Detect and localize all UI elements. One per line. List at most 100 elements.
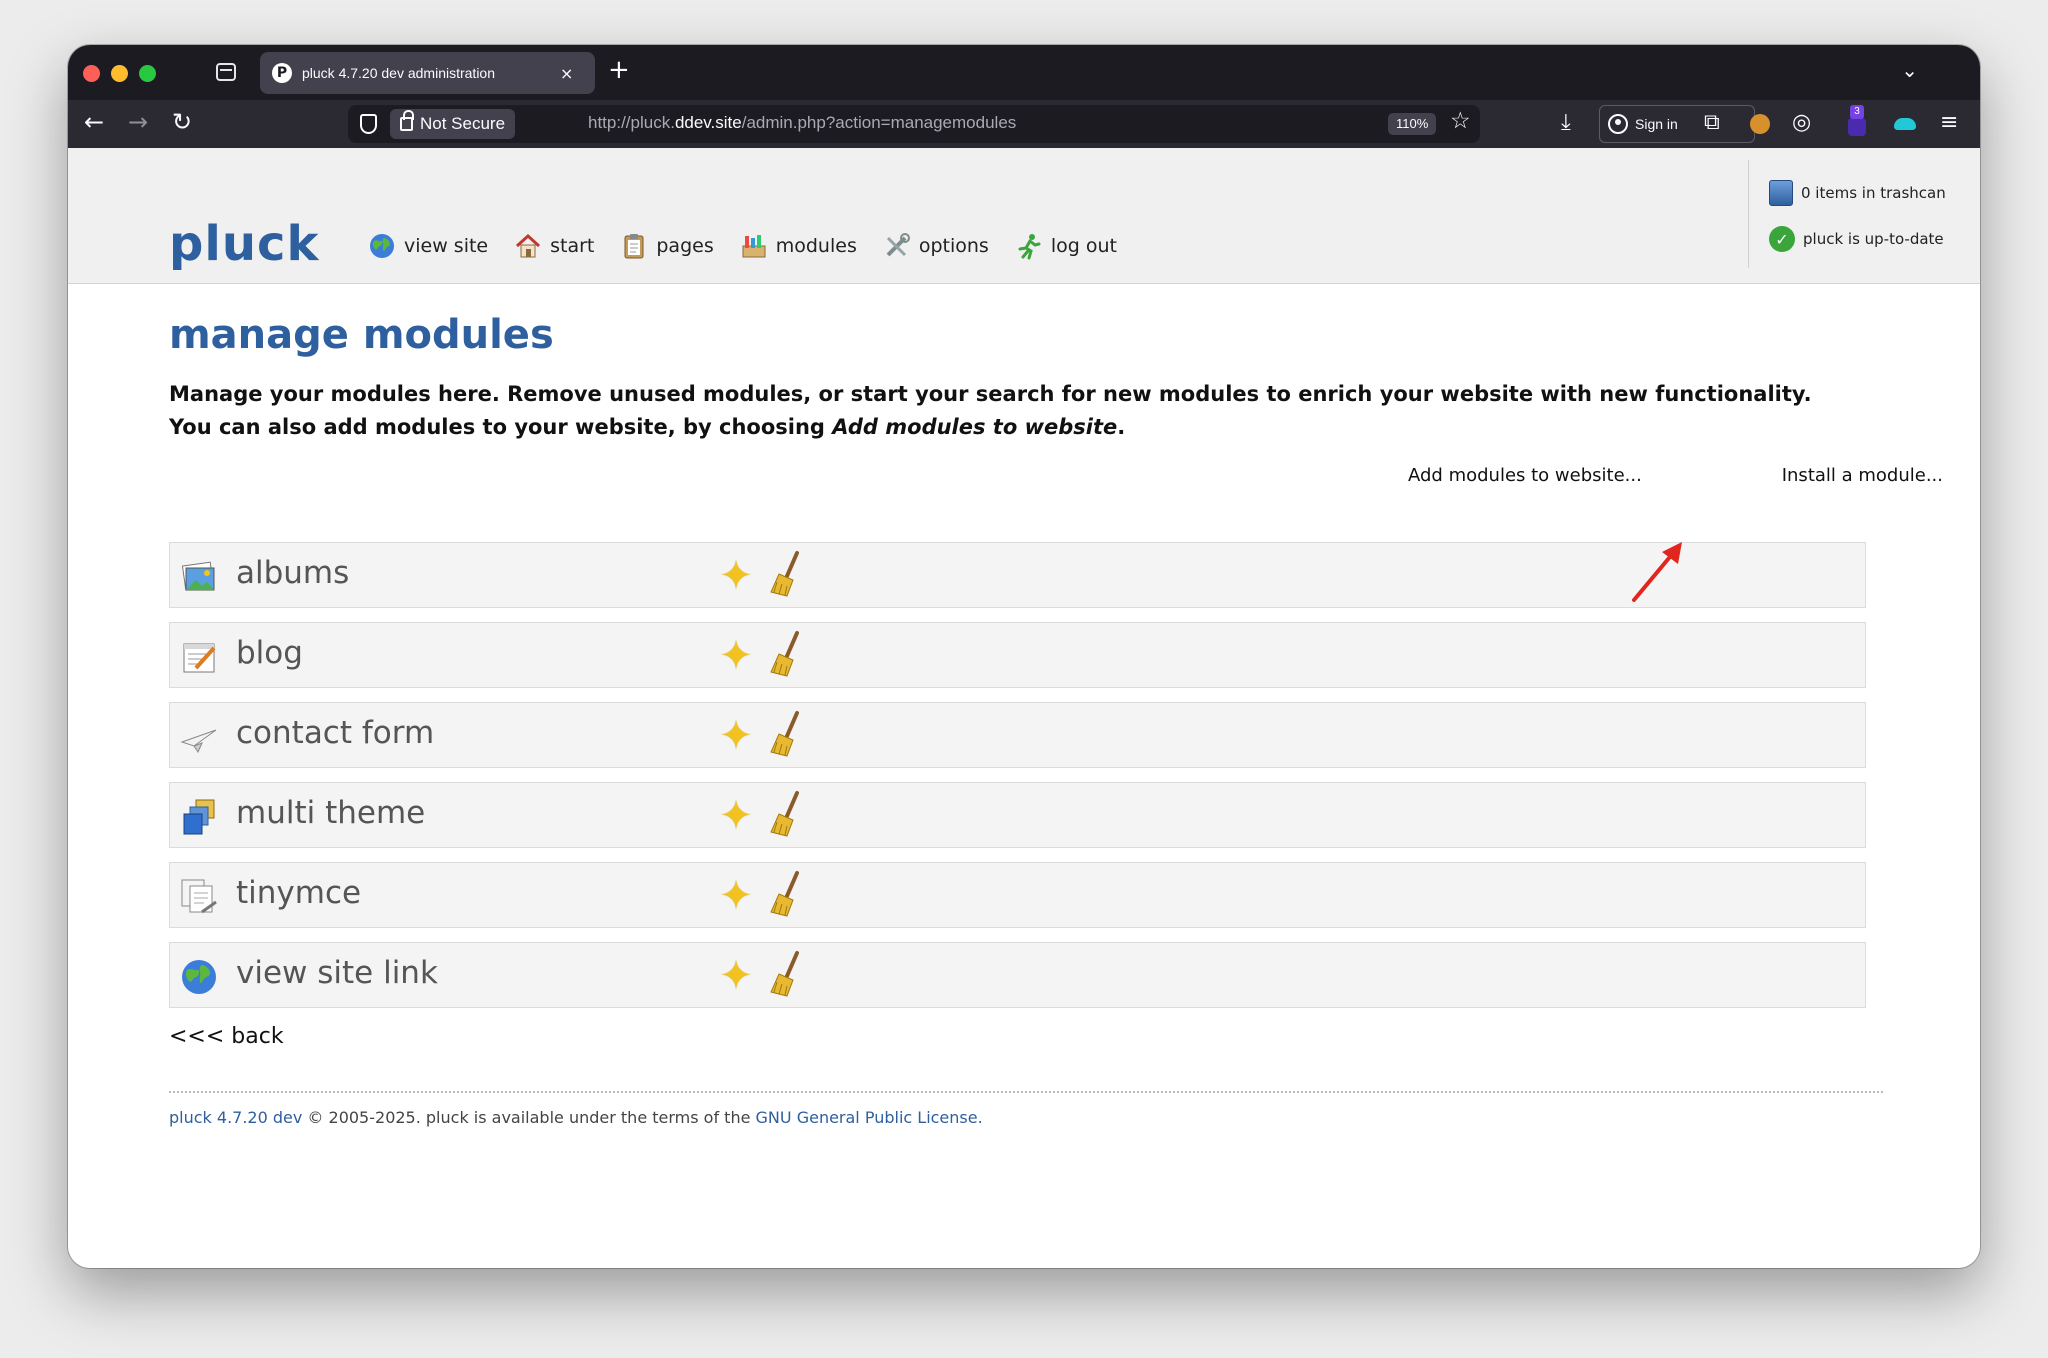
zoom-level-badge[interactable]: 110%: [1388, 113, 1437, 135]
purple-extension-icon[interactable]: [1848, 118, 1866, 136]
trashcan-icon: [1769, 180, 1793, 206]
tinymce-icon: [181, 879, 217, 914]
favorite-star-icon[interactable]: ✦: [715, 635, 757, 677]
cloud-extension-icon[interactable]: [1894, 118, 1916, 130]
add-modules-link[interactable]: Add modules to website...: [1408, 465, 1642, 486]
url-text[interactable]: http://pluck.ddev.site/admin.php?action=…: [588, 113, 1016, 133]
not-secure-label: Not Secure: [420, 114, 506, 133]
favorite-star-icon[interactable]: ✦: [715, 715, 757, 757]
back-arrow-icon[interactable]: ←: [84, 108, 104, 136]
tracking-protection-shield-icon[interactable]: [360, 114, 377, 134]
menu-item-options[interactable]: options: [883, 232, 989, 260]
close-window-button[interactable]: [83, 65, 100, 82]
albums-icon: [181, 561, 215, 591]
navigation-toolbar: ← → ↻ Not Secure http://pluck.ddev.site/…: [68, 100, 1980, 148]
globe-icon: [182, 960, 216, 994]
footer-end: .: [977, 1108, 983, 1127]
home-icon: [516, 233, 541, 258]
install-module-link[interactable]: Install a module...: [1782, 465, 1943, 486]
back-link[interactable]: <<< back: [169, 1024, 284, 1049]
palette-icon[interactable]: ◎: [1792, 109, 1811, 137]
annotation-arrow-icon: [1632, 542, 1682, 602]
extensions-puzzle-icon[interactable]: ⧉: [1704, 109, 1720, 137]
forward-arrow-icon[interactable]: →: [128, 108, 148, 136]
menu-item-log-out[interactable]: log out: [1015, 232, 1117, 260]
url-host: ddev.site: [674, 113, 742, 132]
pluck-favicon-icon: P: [272, 63, 292, 83]
footer-text: © 2005-2025. pluck is available under th…: [302, 1108, 756, 1127]
bookmark-star-icon[interactable]: ☆: [1450, 108, 1471, 134]
broom-icon[interactable]: [767, 950, 805, 998]
tab-list-chevron-icon[interactable]: ⌄: [1901, 58, 1918, 82]
reload-icon[interactable]: ↻: [172, 108, 192, 136]
admin-header: pluck view site start pages modules opti…: [68, 148, 1980, 284]
menu-label: modules: [775, 235, 857, 257]
browser-window: P pluck 4.7.20 dev administration × + ⌄ …: [68, 45, 1980, 1268]
trashcan-status[interactable]: 0 items in trashcan: [1769, 180, 1946, 206]
menu-label: view site: [404, 235, 489, 257]
page-content: pluck view site start pages modules opti…: [68, 148, 1980, 1268]
broom-icon[interactable]: [767, 550, 805, 598]
menu-item-modules[interactable]: modules: [740, 232, 857, 260]
downloads-icon[interactable]: ⤓: [1561, 109, 1571, 137]
sign-in-button[interactable]: Sign in: [1599, 105, 1755, 143]
tab-title: pluck 4.7.20 dev administration: [302, 65, 495, 81]
broom-icon[interactable]: [767, 710, 805, 758]
broom-icon[interactable]: [767, 630, 805, 678]
status-panel: 0 items in trashcan ✓ pluck is up-to-dat…: [1748, 160, 1948, 268]
module-row-albums: albums ✦: [169, 542, 1866, 608]
account-icon: [1608, 114, 1628, 134]
multi-theme-icon: [183, 799, 215, 835]
site-security-button[interactable]: Not Secure: [390, 109, 516, 139]
module-row-blog: blog ✦: [169, 622, 1866, 688]
sign-in-label: Sign in: [1635, 116, 1678, 132]
footer: pluck 4.7.20 dev © 2005-2025. pluck is a…: [169, 1108, 983, 1127]
menu-label: start: [550, 235, 595, 257]
menu-item-start[interactable]: start: [514, 232, 594, 260]
module-actions: Add modules to website... Install a modu…: [1408, 465, 1943, 486]
intro-line-2-text: You can also add modules to your website…: [169, 415, 833, 439]
intro-line-2: You can also add modules to your website…: [169, 411, 1909, 444]
tab-overview-icon[interactable]: [216, 63, 236, 81]
globe-icon: [370, 234, 394, 258]
contact-form-icon: [180, 729, 217, 754]
broom-icon[interactable]: [767, 790, 805, 838]
module-row-multi-theme: multi theme ✦: [169, 782, 1866, 848]
tab-close-icon[interactable]: ×: [560, 64, 573, 83]
license-link[interactable]: GNU General Public License: [756, 1108, 978, 1127]
favorite-star-icon[interactable]: ✦: [715, 955, 757, 997]
lock-icon: [400, 110, 414, 131]
menu-label: log out: [1050, 235, 1117, 257]
intro-line-2-end: .: [1117, 415, 1126, 439]
intro-text: Manage your modules here. Remove unused …: [169, 378, 1909, 444]
favorite-star-icon[interactable]: ✦: [715, 795, 757, 837]
cookie-extension-icon[interactable]: [1750, 114, 1770, 134]
browser-tab[interactable]: P pluck 4.7.20 dev administration ×: [260, 52, 595, 94]
module-row-tinymce: tinymce ✦: [169, 862, 1866, 928]
maximize-window-button[interactable]: [139, 65, 156, 82]
trashcan-status-label: 0 items in trashcan: [1801, 184, 1946, 202]
url-path: /admin.php?action=managemodules: [741, 113, 1017, 132]
favorite-star-icon[interactable]: ✦: [715, 555, 757, 597]
address-bar[interactable]: Not Secure http://pluck.ddev.site/admin.…: [348, 105, 1480, 143]
minimize-window-button[interactable]: [111, 65, 128, 82]
url-prefix: http://pluck.: [588, 113, 675, 132]
hamburger-menu-icon[interactable]: ≡: [1940, 109, 1958, 137]
pluck-logo[interactable]: pluck: [169, 216, 319, 272]
module-row-contact-form: contact form ✦: [169, 702, 1866, 768]
new-tab-button[interactable]: +: [608, 55, 630, 85]
clipboard-icon: [624, 234, 644, 259]
version-link[interactable]: pluck 4.7.20 dev: [169, 1108, 302, 1127]
menu-label: options: [918, 235, 989, 257]
broom-icon[interactable]: [767, 870, 805, 918]
update-status[interactable]: ✓ pluck is up-to-date: [1769, 226, 1944, 252]
module-name: view site link: [236, 955, 438, 991]
module-name: albums: [236, 555, 350, 591]
update-status-label: pluck is up-to-date: [1803, 230, 1944, 248]
blog-icon: [183, 643, 216, 673]
menu-item-view-site[interactable]: view site: [368, 232, 488, 260]
favorite-star-icon[interactable]: ✦: [715, 875, 757, 917]
menu-item-pages[interactable]: pages: [620, 232, 714, 260]
module-name: multi theme: [236, 795, 426, 831]
module-name: contact form: [236, 715, 435, 751]
